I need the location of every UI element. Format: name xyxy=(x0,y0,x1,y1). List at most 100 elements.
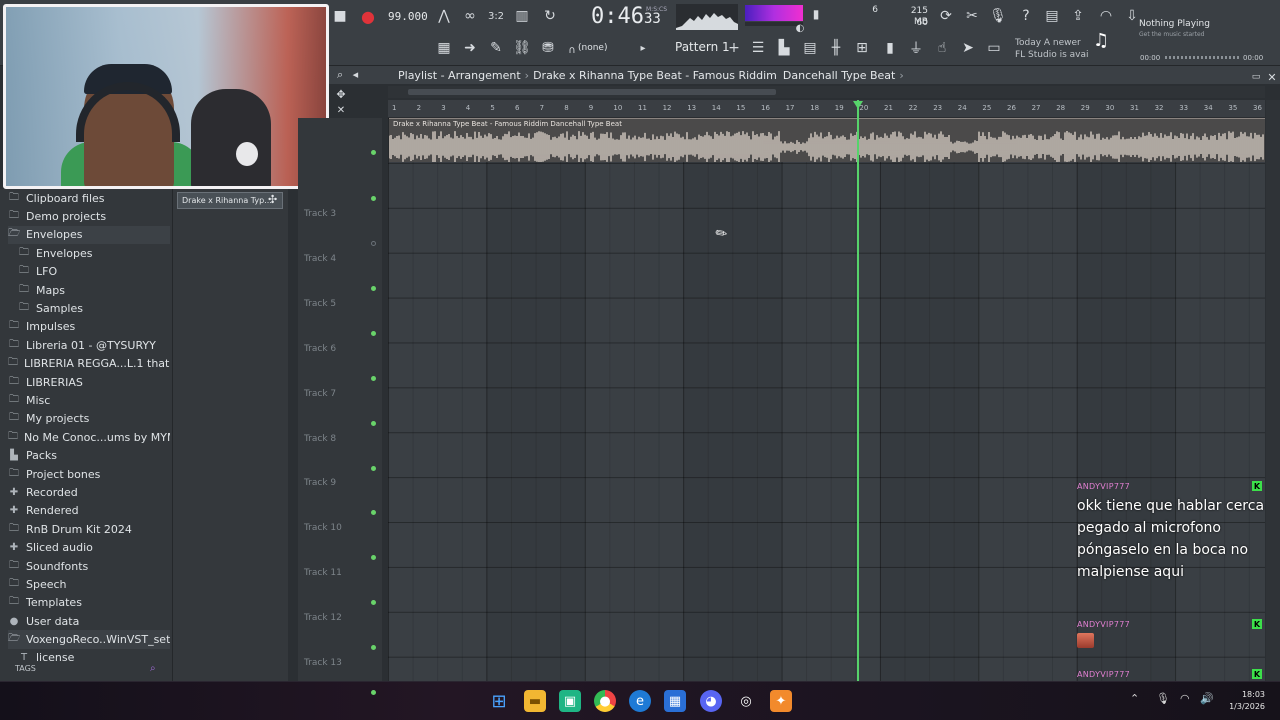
zoom-icon[interactable]: ⌕ xyxy=(337,68,343,81)
track-mute-indicator[interactable] xyxy=(371,150,376,155)
ruler-bar-number[interactable]: 29 xyxy=(1081,104,1090,112)
browser-item[interactable]: ✚ Rendered xyxy=(8,502,170,520)
step-edit-icon[interactable]: ▥ xyxy=(512,6,532,26)
playlist-title[interactable]: Playlist - Arrangement xyxy=(398,69,521,82)
track-mute-indicator[interactable] xyxy=(371,196,376,201)
undo-history-icon[interactable]: ⟳ xyxy=(936,6,956,26)
browser-item[interactable]: 🗀 Maps xyxy=(8,281,170,299)
system-clock[interactable]: 18:03 1/3/2026 xyxy=(1223,689,1265,713)
plug-icon[interactable]: ⏚ xyxy=(906,38,926,58)
browser-item[interactable]: 🗀 Project bones xyxy=(8,465,170,483)
browser-item[interactable]: ✚ Recorded xyxy=(8,483,170,501)
ruler-bar-number[interactable]: 25 xyxy=(982,104,991,112)
ruler-bar-number[interactable]: 27 xyxy=(1032,104,1041,112)
track-mute-indicator[interactable] xyxy=(371,465,376,471)
playlist-clip-name[interactable]: Dancehall Type Beat xyxy=(783,69,895,82)
browser-item[interactable]: ✚ Sliced audio xyxy=(8,538,170,556)
tools-icon[interactable]: ✂ xyxy=(962,6,982,26)
speaker-icon[interactable]: ◂ xyxy=(353,68,359,81)
ruler-bar-number[interactable]: 19 xyxy=(835,104,844,112)
browser-tree-icon[interactable]: ⊞ xyxy=(852,38,872,58)
browser-item[interactable]: 🗁 Envelopes xyxy=(8,225,170,245)
close-icon[interactable]: ✕ xyxy=(1262,67,1280,87)
track-mute-indicator[interactable] xyxy=(371,420,376,426)
windows-start-icon[interactable]: ⊞ xyxy=(488,690,510,712)
tempo-display[interactable]: 99.000 xyxy=(388,10,428,23)
channel-rack-icon[interactable]: ▙ xyxy=(774,38,794,58)
browser-item[interactable]: 🗀 No Me Conoc...ums by MYMBA xyxy=(8,428,170,446)
browser-item[interactable]: 🗀 Templates xyxy=(8,594,170,612)
track-label[interactable]: Track 12 xyxy=(304,613,342,623)
ruler-bar-number[interactable]: 31 xyxy=(1130,104,1139,112)
browser-item[interactable]: 🗀 Impulses xyxy=(8,318,170,336)
track-mute-indicator[interactable] xyxy=(371,241,376,246)
browser-item[interactable]: ● User data xyxy=(8,612,170,630)
fl-studio-taskbar-icon[interactable]: ✦ xyxy=(770,690,792,712)
ruler-bar-number[interactable]: 9 xyxy=(589,104,593,112)
track-label[interactable]: Track 9 xyxy=(304,478,336,488)
render-icon[interactable]: ⇪ xyxy=(1068,6,1088,26)
ruler-bar-number[interactable]: 12 xyxy=(663,104,672,112)
ruler-bar-number[interactable]: 6 xyxy=(515,104,519,112)
track-label[interactable]: Track 4 xyxy=(304,254,336,264)
ruler-bar-number[interactable]: 14 xyxy=(712,104,721,112)
tray-chevron-icon[interactable]: ⌃ xyxy=(1130,692,1139,705)
wifi-icon[interactable]: ◠ xyxy=(1180,692,1190,705)
ruler-bar-number[interactable]: 10 xyxy=(613,104,622,112)
track-label[interactable]: Track 5 xyxy=(304,299,336,309)
ruler-bar-number[interactable]: 5 xyxy=(490,104,494,112)
ruler-bar-number[interactable]: 20 xyxy=(859,104,868,112)
add-pattern-icon[interactable]: + xyxy=(724,38,744,58)
browser-item[interactable]: ▙ Packs xyxy=(8,446,170,464)
metronome-icon[interactable]: ⋀ xyxy=(434,6,454,26)
stop-button[interactable]: ■ xyxy=(330,6,350,26)
ruler-bar-number[interactable]: 22 xyxy=(909,104,918,112)
horizontal-scroll-thumb[interactable] xyxy=(408,89,776,95)
playhead-line[interactable] xyxy=(857,100,859,681)
browser-item[interactable]: 🗁 VoxengoReco..WinVST_setup xyxy=(8,630,170,649)
browser-item[interactable]: 🗀 LIBRERIA REGGA...L.1 thatboy r xyxy=(8,355,170,373)
browser-item[interactable]: 🗀 Demo projects xyxy=(8,207,170,225)
terminal-app-icon[interactable]: ▣ xyxy=(559,690,581,712)
wait-for-input-icon[interactable]: ∞ xyxy=(460,6,480,26)
chrome-icon[interactable]: ● xyxy=(594,690,616,712)
tags-label[interactable]: TAGS xyxy=(15,664,36,673)
track-mute-indicator[interactable] xyxy=(371,330,376,336)
ruler-bar-number[interactable]: 2 xyxy=(417,104,421,112)
stamp-icon[interactable]: ⛃ xyxy=(538,38,558,58)
link-icon[interactable]: ⛓ xyxy=(512,38,532,58)
track-label[interactable]: Track 8 xyxy=(304,434,336,444)
help-icon[interactable]: ? xyxy=(1016,6,1036,26)
ruler-bar-number[interactable]: 8 xyxy=(564,104,568,112)
browser-item[interactable]: 🗀 Clipboard files xyxy=(8,189,170,207)
file-explorer-icon[interactable]: ▬ xyxy=(524,690,546,712)
track-label[interactable]: Track 13 xyxy=(304,658,342,668)
clipboard-icon[interactable]: ▮ xyxy=(880,38,900,58)
record-button[interactable]: ● xyxy=(358,6,378,26)
browser-item[interactable]: 🗀 LFO xyxy=(8,263,170,281)
pattern-selector[interactable]: Pattern 1 xyxy=(675,40,730,54)
browser-item[interactable]: 🗀 Misc xyxy=(8,391,170,409)
ruler-bar-number[interactable]: 13 xyxy=(687,104,696,112)
browser-item[interactable]: 🗀 Samples xyxy=(8,299,170,317)
edge-icon[interactable]: e xyxy=(629,690,651,712)
track-mute-indicator[interactable] xyxy=(371,285,376,291)
ruler-bar-number[interactable]: 35 xyxy=(1228,104,1237,112)
ruler-bar-number[interactable]: 17 xyxy=(786,104,795,112)
ruler-bar-number[interactable]: 26 xyxy=(1007,104,1016,112)
countdown-icon[interactable]: 3:2 xyxy=(486,6,506,26)
drag-handle-icon[interactable]: ✣ xyxy=(268,193,277,206)
ruler-bar-number[interactable]: 24 xyxy=(958,104,967,112)
ruler-bar-number[interactable]: 32 xyxy=(1155,104,1164,112)
track-label[interactable]: Track 11 xyxy=(304,568,342,578)
cart-icon[interactable]: ▭ xyxy=(984,38,1004,58)
vertical-scrollbar[interactable] xyxy=(1266,100,1280,681)
browser-item[interactable]: 🗀 Envelopes xyxy=(8,244,170,262)
volume-icon[interactable]: 🔊 xyxy=(1200,692,1214,705)
master-pitch-knob[interactable]: ◐ xyxy=(790,18,810,38)
touch-icon[interactable]: ☝ xyxy=(932,38,952,58)
online-icon[interactable]: ◠ xyxy=(1096,6,1116,26)
browser-item[interactable]: 🗀 Libreria 01 - @TYSURYY xyxy=(8,336,170,354)
track-label[interactable]: Track 10 xyxy=(304,523,342,533)
ruler-bar-number[interactable]: 16 xyxy=(761,104,770,112)
